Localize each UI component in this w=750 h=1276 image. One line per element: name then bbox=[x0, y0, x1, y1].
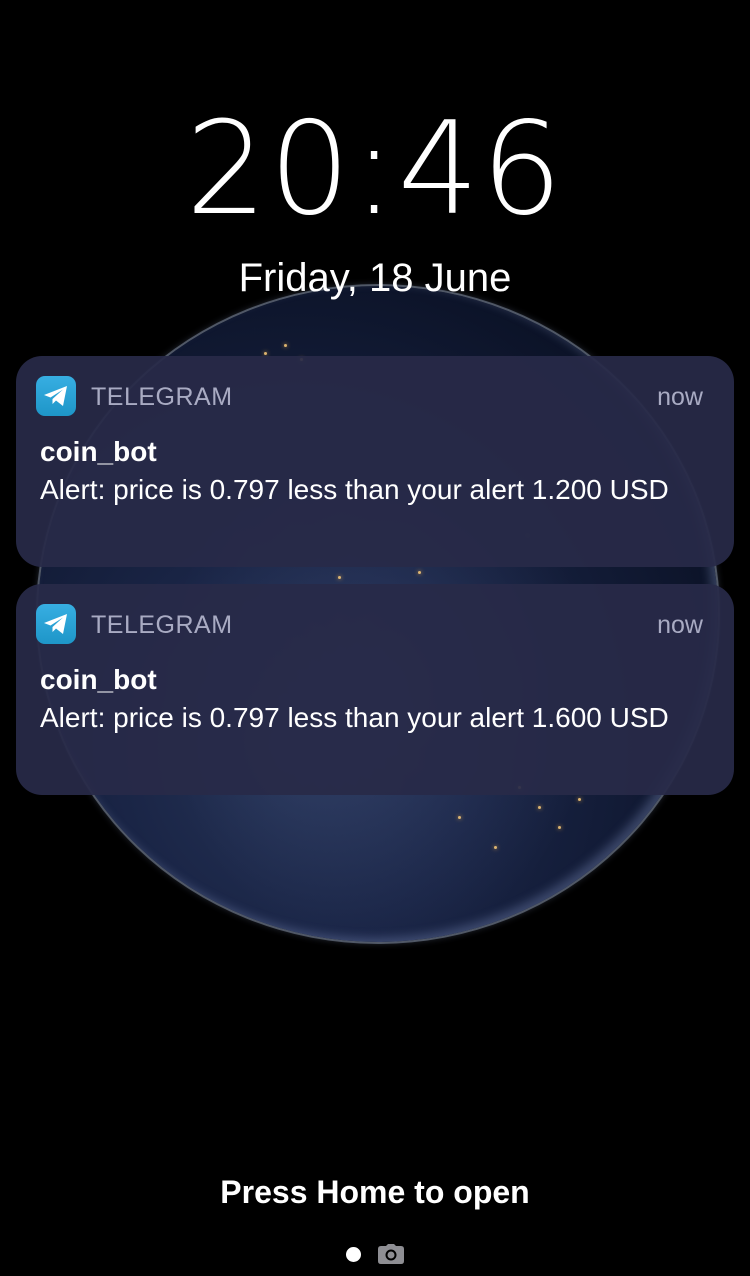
notification-sender: coin_bot bbox=[40, 664, 157, 695]
notification-message: Alert: price is 0.797 less than your ale… bbox=[40, 702, 669, 733]
telegram-icon bbox=[36, 376, 76, 416]
notification-sender: coin_bot bbox=[40, 436, 157, 467]
notification-time: now bbox=[657, 383, 703, 411]
city-light bbox=[458, 816, 461, 819]
page-indicator-dot bbox=[346, 1247, 361, 1262]
lockscreen-date: Friday, 18 June bbox=[238, 256, 512, 300]
city-light bbox=[578, 798, 581, 801]
notification-app-name: TELEGRAM bbox=[91, 611, 233, 639]
notification-time: now bbox=[657, 611, 703, 639]
city-light bbox=[494, 846, 497, 849]
lockscreen-clock: 20:46 bbox=[185, 95, 565, 244]
lock-screen: 20:46 Friday, 18 June TELEGRAM now coin_… bbox=[0, 0, 750, 1276]
telegram-icon bbox=[36, 604, 76, 644]
notification-card[interactable]: TELEGRAM now coin_bot Alert: price is 0.… bbox=[16, 584, 734, 795]
notification-message: Alert: price is 0.797 less than your ale… bbox=[40, 474, 669, 505]
camera-icon[interactable] bbox=[378, 1244, 404, 1264]
press-home-hint: Press Home to open bbox=[220, 1174, 530, 1210]
notification-card[interactable]: TELEGRAM now coin_bot Alert: price is 0.… bbox=[16, 356, 734, 567]
city-light bbox=[558, 826, 561, 829]
city-light bbox=[538, 806, 541, 809]
city-light bbox=[284, 344, 287, 347]
city-light bbox=[418, 571, 421, 574]
city-light bbox=[264, 352, 267, 355]
city-light bbox=[338, 576, 341, 579]
notification-app-name: TELEGRAM bbox=[91, 383, 233, 411]
